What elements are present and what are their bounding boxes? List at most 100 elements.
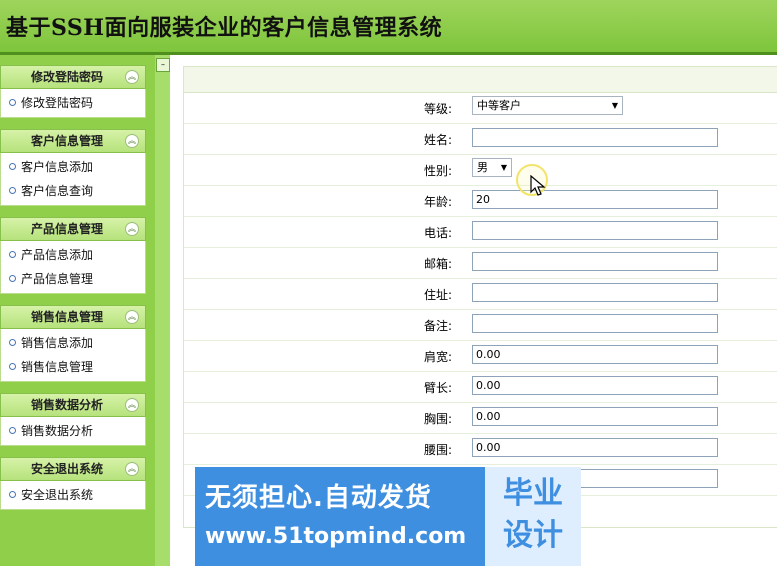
bullet-icon — [9, 99, 16, 106]
gender-select[interactable]: 男 ▼ — [472, 158, 512, 177]
form-row-chest: 胸围: — [184, 403, 777, 434]
menu-item-label: 销售数据分析 — [21, 424, 94, 438]
email-input[interactable] — [472, 252, 718, 271]
note-label: 备注: — [423, 319, 452, 333]
menu-head-customer[interactable]: 客户信息管理 ︽ — [0, 129, 146, 153]
menu-item-sales-manage[interactable]: 销售信息管理 — [1, 355, 145, 379]
menu-item-customer-query[interactable]: 客户信息查询 — [1, 179, 145, 203]
collapse-sidebar-icon[interactable]: – — [156, 58, 170, 72]
app-header: 基于SSH面向服装企业的客户信息管理系统 — [0, 0, 777, 52]
watermark-badge: 毕业 设计 — [485, 467, 581, 566]
form-row-address: 住址: — [184, 279, 777, 310]
bullet-icon — [9, 427, 16, 434]
sidebar: 修改登陆密码 ︽ 修改登陆密码 客户信息管理 ︽ 客户信息添加 客户信息查询 产… — [0, 55, 155, 566]
menu-body: 产品信息添加 产品信息管理 — [0, 241, 146, 294]
form-row-shoulder: 肩宽: — [184, 341, 777, 372]
collapse-icon[interactable]: ︽ — [125, 222, 139, 236]
menu-head-sales[interactable]: 销售信息管理 ︽ — [0, 305, 146, 329]
menu-group-logout: 安全退出系统 ︽ 安全退出系统 — [0, 457, 146, 510]
arm-input[interactable] — [472, 376, 718, 395]
menu-head-label: 安全退出系统 — [31, 462, 104, 476]
waist-input[interactable] — [472, 438, 718, 457]
gender-select-value: 男 — [477, 161, 488, 174]
watermark-badge-line1: 毕业 — [503, 476, 563, 511]
watermark-text: 无须担心.自动发货 www.51topmind.com — [205, 477, 466, 549]
menu-item-change-password[interactable]: 修改登陆密码 — [1, 91, 145, 115]
menu-item-customer-add[interactable]: 客户信息添加 — [1, 155, 145, 179]
bullet-icon — [9, 187, 16, 194]
note-input[interactable] — [472, 314, 718, 333]
menu-head-password[interactable]: 修改登陆密码 ︽ — [0, 65, 146, 89]
age-input[interactable] — [472, 190, 718, 209]
menu-item-product-add[interactable]: 产品信息添加 — [1, 243, 145, 267]
menu-group-password: 修改登陆密码 ︽ 修改登陆密码 — [0, 65, 146, 118]
bullet-icon — [9, 363, 16, 370]
form-row-arm: 臂长: — [184, 372, 777, 403]
menu-item-logout[interactable]: 安全退出系统 — [1, 483, 145, 507]
menu-item-label: 销售信息添加 — [21, 336, 94, 350]
name-input[interactable] — [472, 128, 718, 147]
customer-form: 等级: 中等客户 ▼ 姓名: 性别: 男 ▼ 年龄: 电话: 邮箱: — [183, 66, 777, 528]
form-row-note: 备注: — [184, 310, 777, 341]
phone-input[interactable] — [472, 221, 718, 240]
level-label: 等级: — [423, 102, 452, 116]
bullet-icon — [9, 339, 16, 346]
menu-body: 安全退出系统 — [0, 481, 146, 510]
menu-item-label: 客户信息添加 — [21, 160, 94, 174]
collapse-icon[interactable]: ︽ — [125, 134, 139, 148]
form-row-age: 年龄: — [184, 186, 777, 217]
app-title: 基于SSH面向服装企业的客户信息管理系统 — [6, 15, 443, 41]
menu-head-product[interactable]: 产品信息管理 ︽ — [0, 217, 146, 241]
address-input[interactable] — [472, 283, 718, 302]
menu-head-label: 销售数据分析 — [31, 398, 104, 412]
collapse-icon[interactable]: ︽ — [125, 398, 139, 412]
menu-head-logout[interactable]: 安全退出系统 ︽ — [0, 457, 146, 481]
shoulder-input[interactable] — [472, 345, 718, 364]
collapse-icon[interactable]: ︽ — [125, 70, 139, 84]
arm-label: 臂长: — [423, 381, 452, 395]
chevron-down-icon: ▼ — [500, 163, 507, 172]
chest-input[interactable] — [472, 407, 718, 426]
bullet-icon — [9, 251, 16, 258]
name-label: 姓名: — [423, 133, 452, 147]
form-header — [184, 67, 777, 93]
form-row-name: 姓名: — [184, 124, 777, 155]
collapse-icon[interactable]: ︽ — [125, 310, 139, 324]
collapse-icon[interactable]: ︽ — [125, 462, 139, 476]
gender-label: 性别: — [423, 164, 452, 178]
watermark-line1: 无须担心.自动发货 — [205, 483, 432, 513]
email-label: 邮箱: — [423, 257, 452, 271]
menu-head-analysis[interactable]: 销售数据分析 ︽ — [0, 393, 146, 417]
menu-item-label: 安全退出系统 — [21, 488, 94, 502]
form-row-level: 等级: 中等客户 ▼ — [184, 93, 777, 124]
form-row-waist: 腰围: — [184, 434, 777, 465]
watermark-url: www.51topmind.com — [205, 524, 467, 549]
menu-head-label: 销售信息管理 — [31, 310, 104, 324]
menu-item-label: 产品信息管理 — [21, 272, 94, 286]
menu-body: 修改登陆密码 — [0, 89, 146, 118]
level-select[interactable]: 中等客户 ▼ — [472, 96, 623, 115]
menu-group-sales: 销售信息管理 ︽ 销售信息添加 销售信息管理 — [0, 305, 146, 382]
menu-head-label: 修改登陆密码 — [31, 70, 104, 84]
menu-group-analysis: 销售数据分析 ︽ 销售数据分析 — [0, 393, 146, 446]
level-select-value: 中等客户 — [477, 99, 521, 112]
menu-body: 销售信息添加 销售信息管理 — [0, 329, 146, 382]
waist-label: 腰围: — [423, 443, 452, 457]
age-label: 年龄: — [423, 195, 452, 209]
menu-item-sales-analysis[interactable]: 销售数据分析 — [1, 419, 145, 443]
bullet-icon — [9, 163, 16, 170]
menu-group-product: 产品信息管理 ︽ 产品信息添加 产品信息管理 — [0, 217, 146, 294]
menu-head-label: 产品信息管理 — [31, 222, 104, 236]
sidebar-splitter[interactable]: – — [155, 55, 170, 566]
menu-item-product-manage[interactable]: 产品信息管理 — [1, 267, 145, 291]
phone-label: 电话: — [423, 226, 452, 240]
menu-item-label: 客户信息查询 — [21, 184, 94, 198]
menu-item-sales-add[interactable]: 销售信息添加 — [1, 331, 145, 355]
bullet-icon — [9, 275, 16, 282]
menu-item-label: 产品信息添加 — [21, 248, 94, 262]
chest-label: 胸围: — [423, 412, 452, 426]
menu-item-label: 销售信息管理 — [21, 360, 94, 374]
mouse-cursor-icon — [530, 175, 546, 196]
menu-head-label: 客户信息管理 — [31, 134, 104, 148]
form-row-gender: 性别: 男 ▼ — [184, 155, 777, 186]
